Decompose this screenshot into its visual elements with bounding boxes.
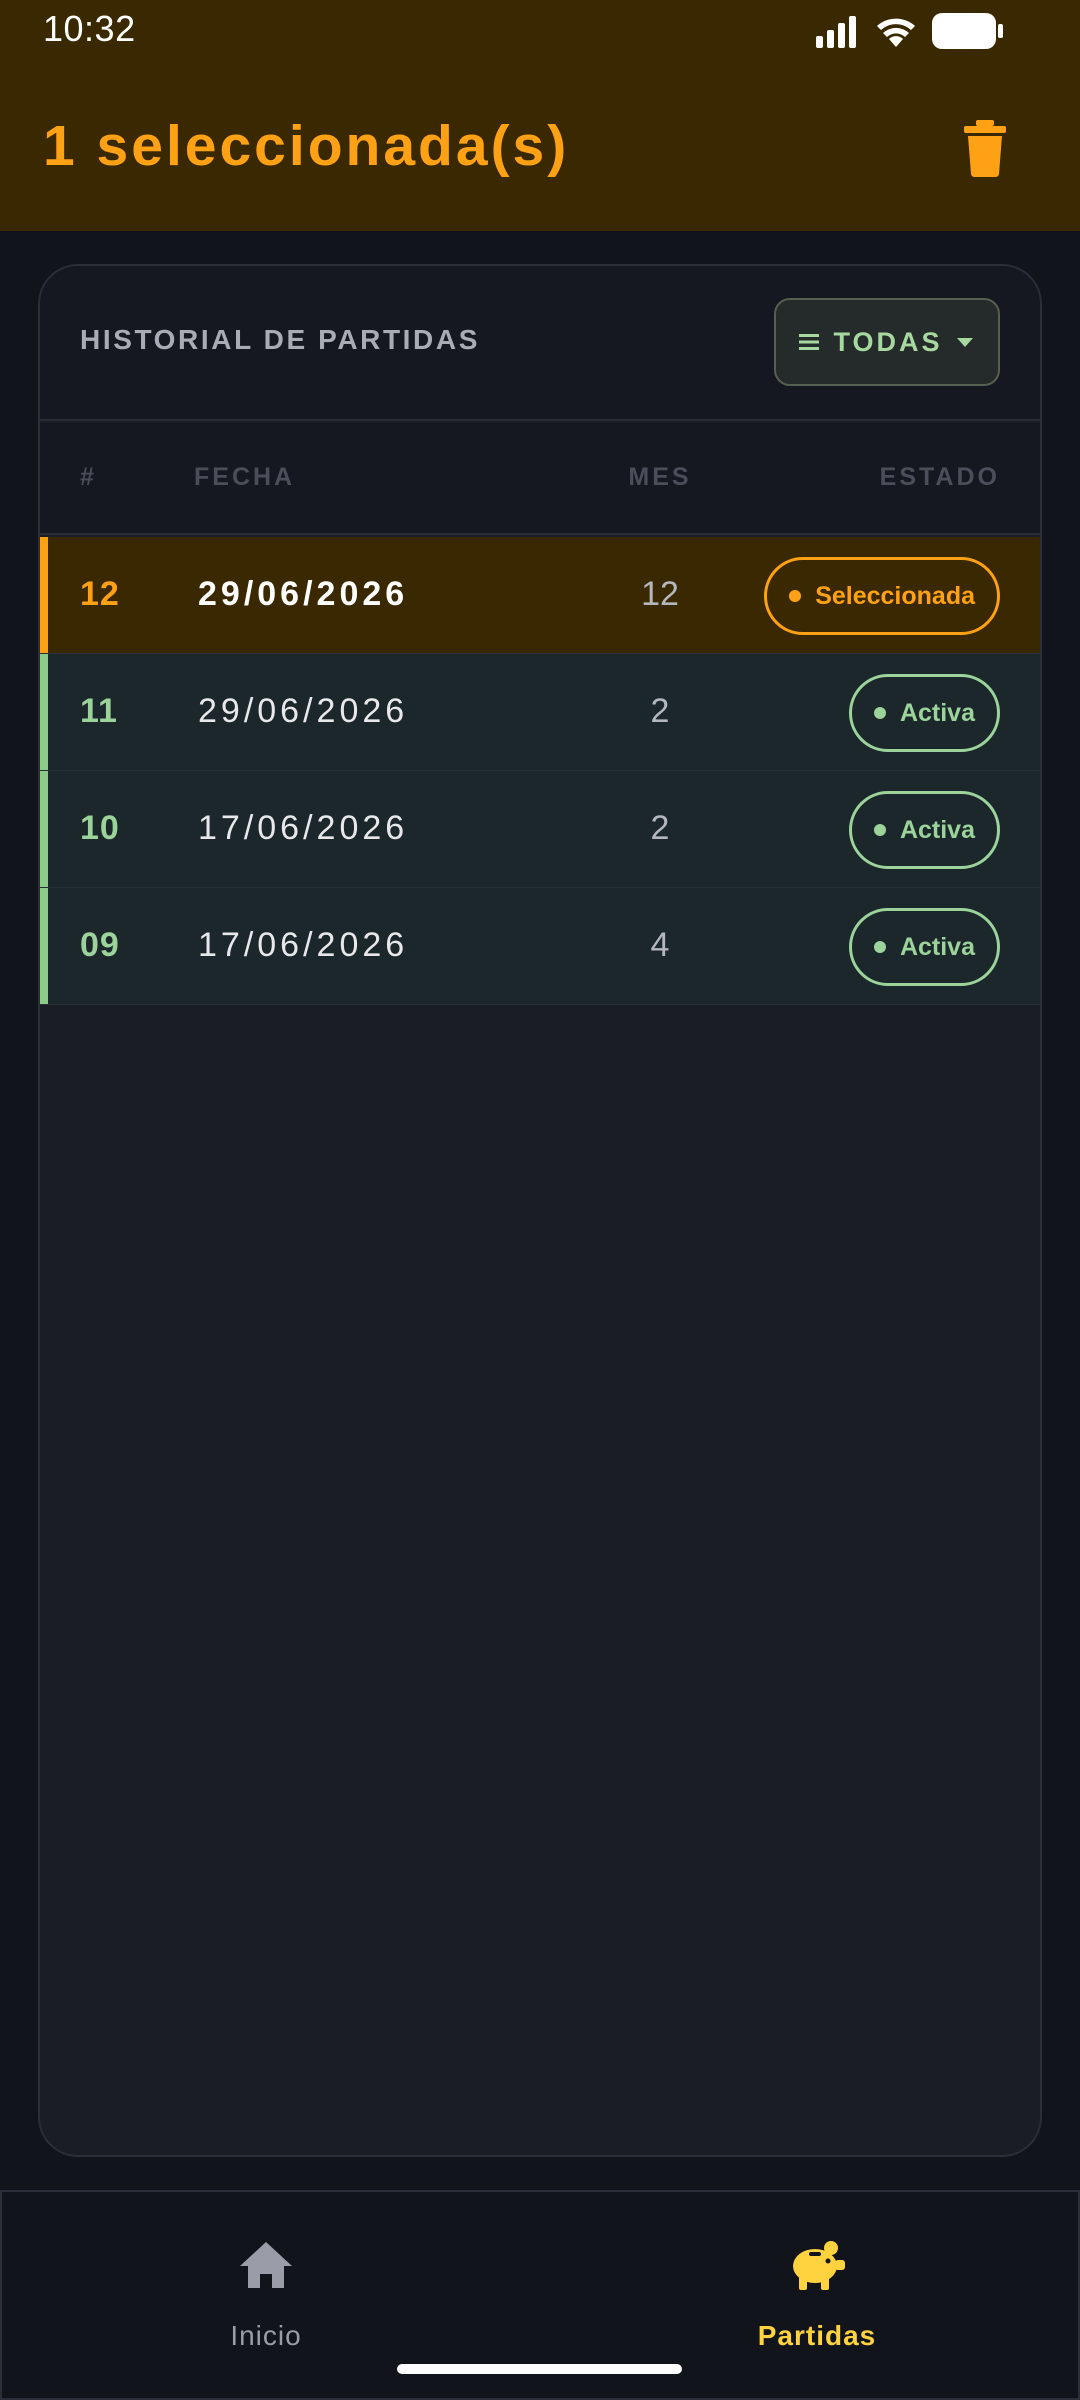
status-label: Activa: [899, 698, 975, 727]
column-header-month: MES: [628, 463, 692, 491]
card-header: HISTORIAL DE PARTIDAS TODAS: [40, 266, 1040, 421]
row-date: 17/06/2026: [198, 809, 409, 847]
chevron-down-icon: [956, 338, 973, 347]
row-number: 12: [80, 575, 120, 613]
status-dot-icon: [789, 590, 802, 602]
delete-button[interactable]: [960, 118, 1010, 178]
battery-icon: [932, 13, 1003, 49]
status-label: Seleccionada: [815, 581, 975, 610]
card-title: HISTORIAL DE PARTIDAS: [80, 324, 480, 355]
table-row[interactable]: 09 17/06/2026 4 Activa: [40, 888, 1040, 1005]
table-header: # FECHA MES ESTADO: [40, 423, 1040, 535]
nav-item-partidas[interactable]: Partidas: [667, 2192, 967, 2382]
row-month: 12: [641, 575, 679, 613]
status-dot-icon: [873, 941, 886, 953]
row-number: 10: [80, 809, 120, 847]
row-number: 11: [80, 692, 118, 730]
row-date: 29/06/2026: [198, 575, 409, 613]
app-header: 10:32 1 seleccionada(s): [0, 0, 1080, 231]
filter-dropdown[interactable]: TODAS: [774, 298, 1000, 386]
status-badge: Activa: [848, 908, 1000, 986]
row-indicator: [40, 654, 48, 770]
home-indicator[interactable]: [397, 2364, 682, 2374]
status-label: Activa: [899, 932, 975, 961]
status-time: 10:32: [43, 8, 136, 49]
trash-icon: [964, 120, 1006, 177]
status-dot-icon: [873, 707, 886, 719]
row-number: 09: [80, 926, 120, 964]
table-row[interactable]: 12 29/06/2026 12 Seleccionada: [40, 537, 1040, 654]
table-row[interactable]: 11 29/06/2026 2 Activa: [40, 654, 1040, 771]
status-badge: Seleccionada: [764, 557, 1000, 635]
history-card: HISTORIAL DE PARTIDAS TODAS # FECHA MES …: [38, 264, 1042, 2157]
row-indicator: [40, 537, 48, 653]
status-badge: Activa: [848, 674, 1000, 752]
column-header-num: #: [80, 463, 97, 491]
status-dot-icon: [873, 824, 886, 836]
table-row[interactable]: 10 17/06/2026 2 Activa: [40, 771, 1040, 888]
status-badge: Activa: [848, 791, 1000, 869]
wifi-icon: [877, 18, 915, 47]
nav-label-partidas: Partidas: [757, 2320, 877, 2351]
home-icon: [240, 2242, 292, 2288]
row-date: 17/06/2026: [198, 926, 409, 964]
status-icons: [814, 12, 1004, 50]
row-month: 4: [650, 926, 670, 964]
column-header-status: ESTADO: [879, 463, 1000, 491]
row-indicator: [40, 888, 48, 1004]
row-indicator: [40, 771, 48, 887]
piggy-bank-icon: [793, 2241, 845, 2290]
row-date: 29/06/2026: [198, 692, 409, 730]
filter-label: TODAS: [833, 326, 943, 357]
column-header-date: FECHA: [194, 463, 296, 491]
nav-label-inicio: Inicio: [230, 2320, 302, 2351]
row-month: 2: [650, 692, 670, 730]
nav-item-inicio[interactable]: Inicio: [116, 2192, 416, 2382]
signal-icon: [816, 16, 856, 48]
status-label: Activa: [899, 815, 975, 844]
row-month: 2: [650, 809, 670, 847]
list-icon: [799, 334, 820, 350]
selection-count-title: 1 seleccionada(s): [43, 114, 570, 178]
